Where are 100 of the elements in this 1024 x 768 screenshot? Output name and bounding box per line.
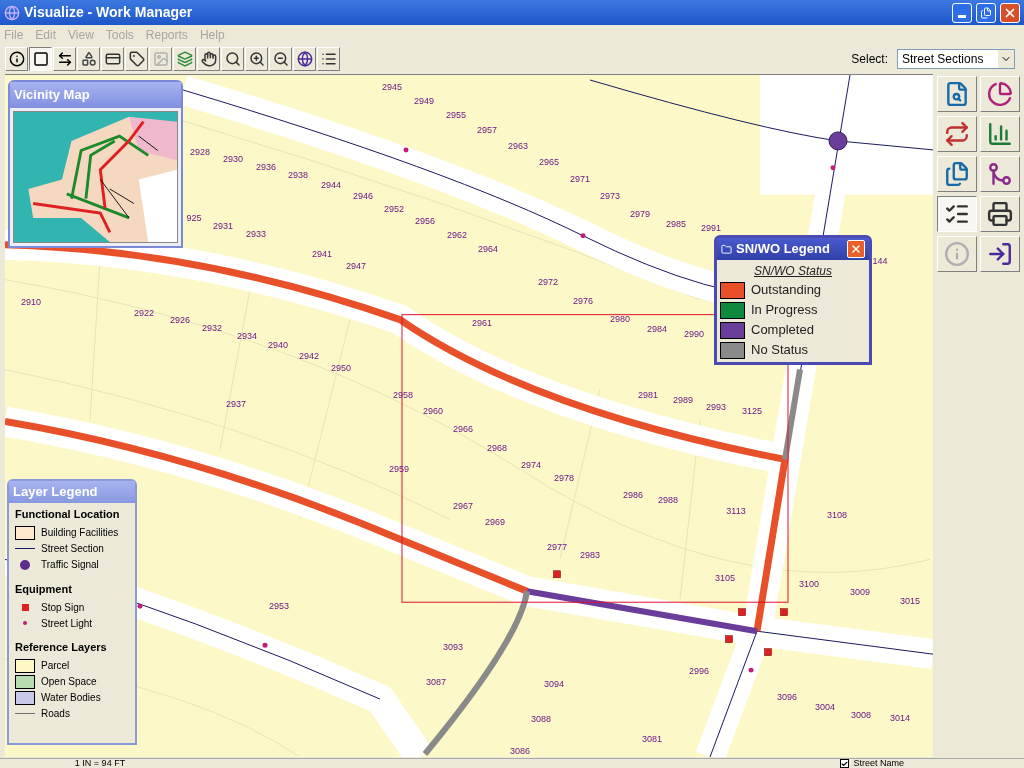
parcel-number: 2933	[246, 229, 266, 239]
parcel-number: 2946	[353, 191, 373, 201]
checkbox-label: Street Name	[853, 759, 904, 768]
parcel-number: 2965	[539, 157, 559, 167]
parcel-number: 2945	[382, 82, 402, 92]
parcel-number: 2964	[478, 244, 498, 254]
parcel-number: 2953	[269, 601, 289, 611]
layers-icon	[176, 51, 193, 67]
parcel-number: 2981	[638, 390, 658, 400]
legend-label: Roads	[41, 707, 70, 721]
parcel-number: 3081	[642, 734, 662, 744]
parcel-number: 3009	[850, 587, 870, 597]
parcel-number: 3094	[544, 679, 564, 689]
parcel-number: 2950	[331, 363, 351, 373]
legend-label: Street Light	[41, 616, 93, 631]
parcel-number: 2926	[170, 315, 190, 325]
parcel-number: 2942	[299, 351, 319, 361]
window-title: Visualize - Work Manager	[24, 3, 194, 22]
bar-chart-icon	[987, 121, 1013, 147]
street-light	[137, 603, 143, 609]
legend-label: Traffic Signal	[41, 558, 99, 572]
panel-title: Vicinity Map	[10, 82, 181, 108]
app-logo-icon	[4, 4, 20, 21]
parcel-number: 3087	[426, 677, 446, 687]
parcel-number: 2934	[237, 331, 257, 341]
stop-sign	[780, 608, 788, 616]
street-light	[262, 642, 268, 648]
documents-icon	[944, 161, 970, 187]
parcel-number: 3105	[715, 573, 735, 583]
restore-button[interactable]	[976, 2, 996, 23]
legend-label: Outstanding	[751, 281, 822, 300]
parcel-number: 2960	[423, 406, 443, 416]
parcel-number: 2969	[485, 517, 505, 527]
parcel-number: 2978	[554, 473, 574, 483]
globe-icon	[296, 51, 313, 67]
parcel-number: 2985	[666, 219, 686, 229]
parcel-number: 2983	[580, 550, 600, 560]
exchange-icon	[944, 121, 970, 147]
legend-label: In Progress	[751, 301, 818, 320]
close-button[interactable]	[847, 240, 865, 258]
parcel-number: 2977	[547, 542, 567, 552]
parcel-number: 3108	[827, 510, 847, 520]
legend-label: Water Bodies	[41, 691, 101, 705]
picture-icon	[152, 51, 169, 67]
parcel-number: 2990	[684, 329, 704, 339]
parcel-number: 2941	[312, 249, 332, 259]
parcel-number: 2968	[487, 443, 507, 453]
legend-heading: SN/WO Status	[754, 263, 832, 280]
folder-icon	[721, 243, 732, 255]
minimize-button[interactable]	[952, 2, 972, 23]
tool-button[interactable]	[937, 196, 977, 232]
legend-label: Open Space	[41, 675, 97, 689]
panel-title: SN/WO Legend	[736, 240, 831, 259]
parcel-number: 3100	[799, 579, 819, 589]
parcel-number: 2956	[415, 216, 435, 226]
stop-sign	[725, 635, 733, 643]
minimize-icon	[958, 14, 966, 18]
hand-icon	[200, 51, 217, 67]
check-icon	[841, 759, 849, 768]
stop-sign	[553, 570, 561, 578]
parcel-number: 925	[186, 213, 202, 223]
parcel-number: 2952	[384, 204, 404, 214]
close-icon	[850, 243, 862, 255]
legend-label: No Status	[751, 341, 809, 360]
search-icon	[224, 51, 241, 67]
legend-section-heading: Equipment	[15, 581, 73, 597]
parcel-number: 2976	[573, 296, 593, 306]
parcel-number: 3088	[531, 714, 551, 724]
legend-section-heading: Functional Location	[15, 507, 121, 522]
pie-chart-icon	[987, 81, 1013, 107]
tool-button[interactable]	[29, 47, 52, 71]
printer-icon	[987, 201, 1013, 227]
parcel-number: 2928	[190, 147, 210, 157]
parcel-number: 2973	[600, 191, 620, 201]
parcel-number: 2938	[288, 170, 308, 180]
parcel-number: 2963	[508, 141, 528, 151]
parcel-number: 2936	[256, 162, 276, 172]
traffic-signal	[828, 131, 848, 151]
legend-label: Stop Sign	[41, 600, 85, 615]
parcel-number: 2986	[623, 490, 643, 500]
parcel-number: 2958	[393, 390, 413, 400]
street-light	[580, 233, 586, 239]
panel-title: Layer Legend	[9, 481, 135, 503]
street-light	[830, 165, 836, 171]
checkbox[interactable]	[840, 759, 850, 768]
shapes-icon	[80, 51, 97, 67]
select-dropdown[interactable]: Street Sections	[897, 49, 1015, 69]
parcel-number: 2966	[453, 424, 473, 434]
zoom-in-icon	[248, 51, 265, 67]
restore-icon	[980, 6, 992, 19]
list-icon	[320, 51, 337, 67]
close-button[interactable]	[1000, 2, 1020, 23]
card-icon	[104, 51, 121, 67]
stop-sign	[764, 648, 772, 656]
document-search-icon	[944, 81, 970, 107]
info-icon	[8, 51, 25, 67]
street-light	[403, 147, 409, 153]
parcel-number: 2993	[706, 402, 726, 412]
parcel-number: 2940	[268, 340, 288, 350]
tag-icon	[128, 51, 145, 67]
